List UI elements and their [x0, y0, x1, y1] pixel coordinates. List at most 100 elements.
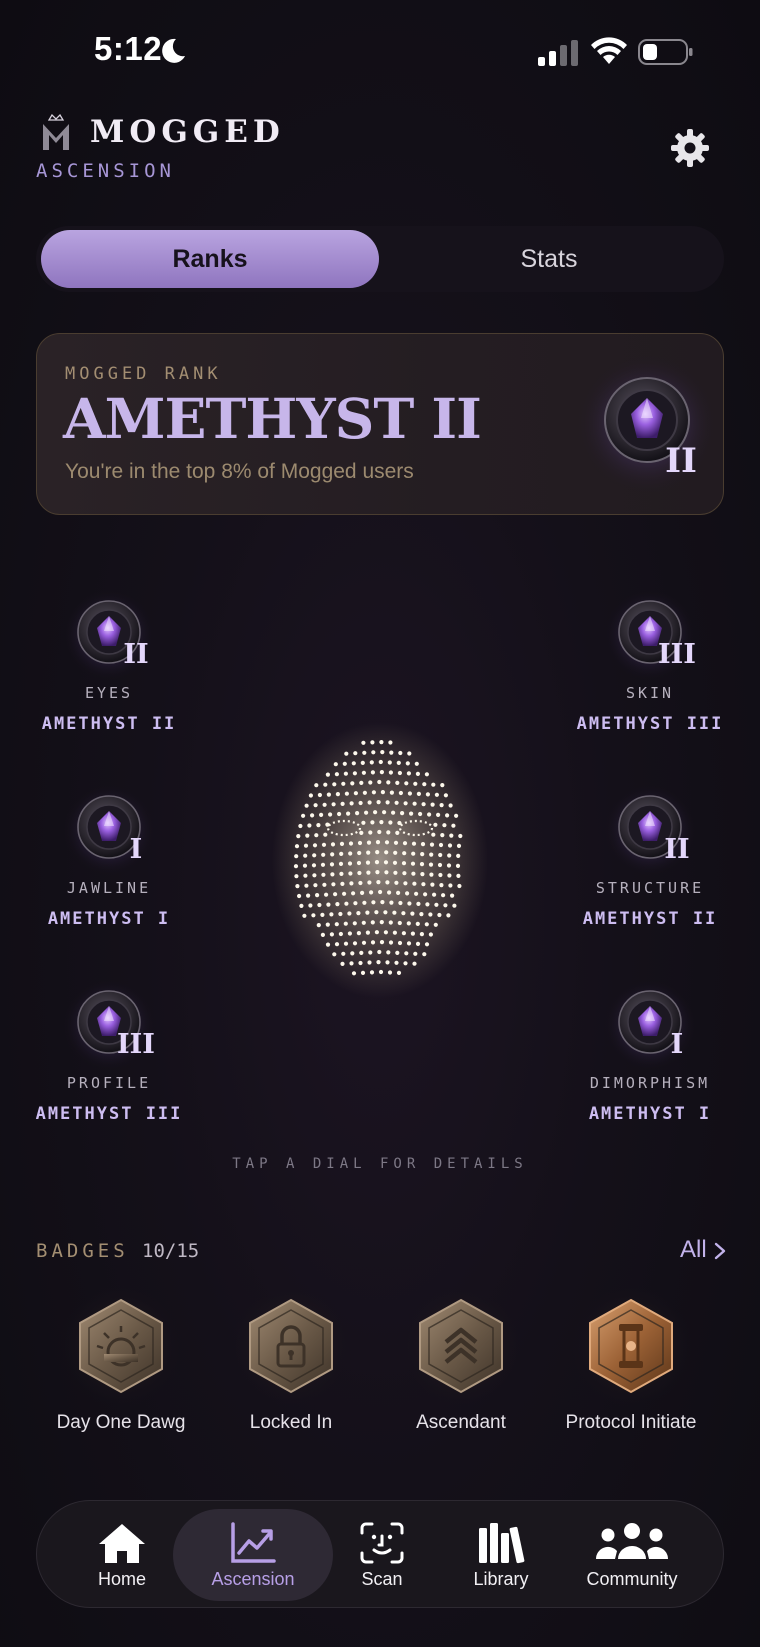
face-mesh-dot	[335, 902, 340, 907]
face-mesh-dot	[429, 852, 434, 857]
face-mesh-dot	[343, 921, 348, 926]
dial-rank-value: AMETHYST III	[35, 1104, 183, 1124]
tab-community[interactable]: Community	[567, 1509, 697, 1601]
moon-icon	[162, 38, 185, 63]
face-mesh-dot	[310, 813, 315, 818]
gear-icon[interactable]	[670, 128, 710, 168]
face-mesh-dot	[315, 893, 320, 898]
face-mesh-dot	[429, 872, 434, 877]
badge-item[interactable]: Day One Dawg	[36, 1276, 206, 1434]
face-mesh-dot	[440, 833, 445, 838]
face-mesh-dot	[357, 850, 362, 856]
face-mesh-dot	[325, 942, 331, 947]
face-mesh-dot	[389, 790, 394, 795]
face-mesh-dot	[294, 844, 300, 849]
face-mesh-dot	[379, 820, 384, 825]
face-mesh-dot	[424, 922, 429, 927]
dial-skin[interactable]: III SKIN AMETHYST III	[550, 590, 750, 734]
tab-ascension[interactable]: Ascension	[173, 1509, 333, 1601]
face-mesh-dot	[395, 780, 400, 785]
face-mesh-dot	[375, 870, 380, 875]
face-mesh-dot	[394, 880, 399, 885]
face-mesh-dot	[360, 760, 365, 765]
face-mesh-dot	[414, 891, 419, 896]
face-mesh-dot	[406, 941, 412, 946]
face-mesh-dot	[420, 842, 426, 847]
face-mesh-dot	[385, 960, 390, 965]
badge-item[interactable]: Ascendant	[376, 1276, 546, 1434]
badges-carousel[interactable]: Day One Dawg Locked In Ascendant Protocol I…	[36, 1276, 724, 1456]
face-mesh-dot	[411, 871, 416, 876]
face-mesh-dot	[303, 843, 309, 848]
face-mesh-dot	[348, 871, 353, 876]
face-mesh-dot	[357, 840, 363, 846]
face-mesh-dot	[343, 771, 348, 776]
face-mesh-dot	[393, 850, 398, 855]
face-mesh-dot	[397, 920, 402, 926]
face-mesh-dot	[328, 812, 333, 817]
tab-home[interactable]: Home	[77, 1509, 167, 1601]
face-mesh-dot	[332, 782, 337, 787]
face-mesh-dot	[313, 883, 318, 888]
dial-eyes[interactable]: II EYES AMETHYST II	[9, 590, 209, 734]
face-mesh-dot	[321, 842, 327, 847]
face-mesh-dot	[438, 842, 444, 848]
face-mesh-dot	[321, 872, 326, 877]
badge-item[interactable]: T	[716, 1276, 724, 1434]
dial-category: SKIN	[625, 684, 675, 702]
dial-tier-numeral: II	[123, 639, 148, 670]
dial-profile[interactable]: III PROFILE AMETHYST III	[9, 980, 209, 1124]
face-mesh-dot	[361, 940, 367, 945]
dial-category: JAWLINE	[66, 879, 152, 897]
dumbbell-icon	[569, 1284, 693, 1406]
badge-item[interactable]: Locked In	[206, 1276, 376, 1434]
chevron-right-icon[interactable]	[713, 1242, 727, 1260]
battery-icon	[638, 39, 693, 65]
face-mesh-dot	[439, 803, 444, 808]
face-mesh-dot	[385, 880, 390, 885]
tab-library[interactable]: Library	[441, 1509, 561, 1601]
tab-ranks[interactable]: Ranks	[41, 230, 379, 288]
face-mesh-dot	[338, 861, 344, 866]
amethyst-medal-icon: III	[605, 590, 696, 680]
face-mesh-dot	[448, 803, 453, 808]
dial-category: DIMORPHISM	[589, 1074, 711, 1092]
badge-name: T	[716, 1412, 724, 1434]
face-mesh-dot	[458, 833, 463, 839]
face-mesh-dot	[377, 949, 382, 955]
face-mesh-dot	[380, 900, 385, 905]
face-mesh-dot	[440, 783, 445, 788]
face-mesh-dot	[454, 813, 459, 818]
face-mesh-dot	[373, 810, 378, 815]
rank-label: MOGGED RANK	[65, 364, 222, 384]
dial-jawline[interactable]: I JAWLINE AMETHYST I	[9, 785, 209, 929]
face-mesh-dot	[375, 840, 381, 845]
chart-line-icon	[228, 1521, 278, 1565]
dial-rank-value: AMETHYST I	[47, 909, 171, 929]
face-mesh-dot	[371, 750, 376, 755]
face-mesh-dot	[331, 882, 336, 887]
amethyst-medal-icon: I	[605, 980, 695, 1070]
face-mesh-dot	[455, 863, 461, 868]
badges-all-link[interactable]: All	[680, 1236, 707, 1264]
face-mesh-dot	[447, 853, 452, 858]
overall-rank-card[interactable]: MOGGED RANK AMETHYST II You're in the to…	[36, 333, 724, 515]
face-mesh-dot	[312, 843, 318, 848]
dial-structure[interactable]: II STRUCTURE AMETHYST II	[550, 785, 750, 929]
badge-item[interactable]: Protocol Initiate	[546, 1276, 716, 1434]
face-mesh-dot	[431, 782, 436, 787]
face-mesh-dot	[420, 852, 425, 857]
face-mesh-dot	[304, 803, 309, 808]
face-mesh-dot	[344, 791, 349, 796]
dial-rank-value: AMETHYST I	[588, 1104, 712, 1124]
tab-stats[interactable]: Stats	[380, 230, 718, 288]
dial-dimorphism[interactable]: I DIMORPHISM AMETHYST I	[550, 980, 750, 1124]
face-mesh-dot	[312, 853, 317, 858]
face-mesh-graphic	[272, 722, 488, 998]
tab-scan[interactable]: Scan	[327, 1509, 437, 1601]
bottom-tab-bar: Home Ascension Scan Library Community	[36, 1500, 724, 1608]
face-mesh-dot	[360, 890, 365, 895]
face-mesh-dot	[342, 891, 347, 896]
face-mesh-dot	[411, 841, 417, 846]
face-mesh-dot	[380, 750, 385, 755]
